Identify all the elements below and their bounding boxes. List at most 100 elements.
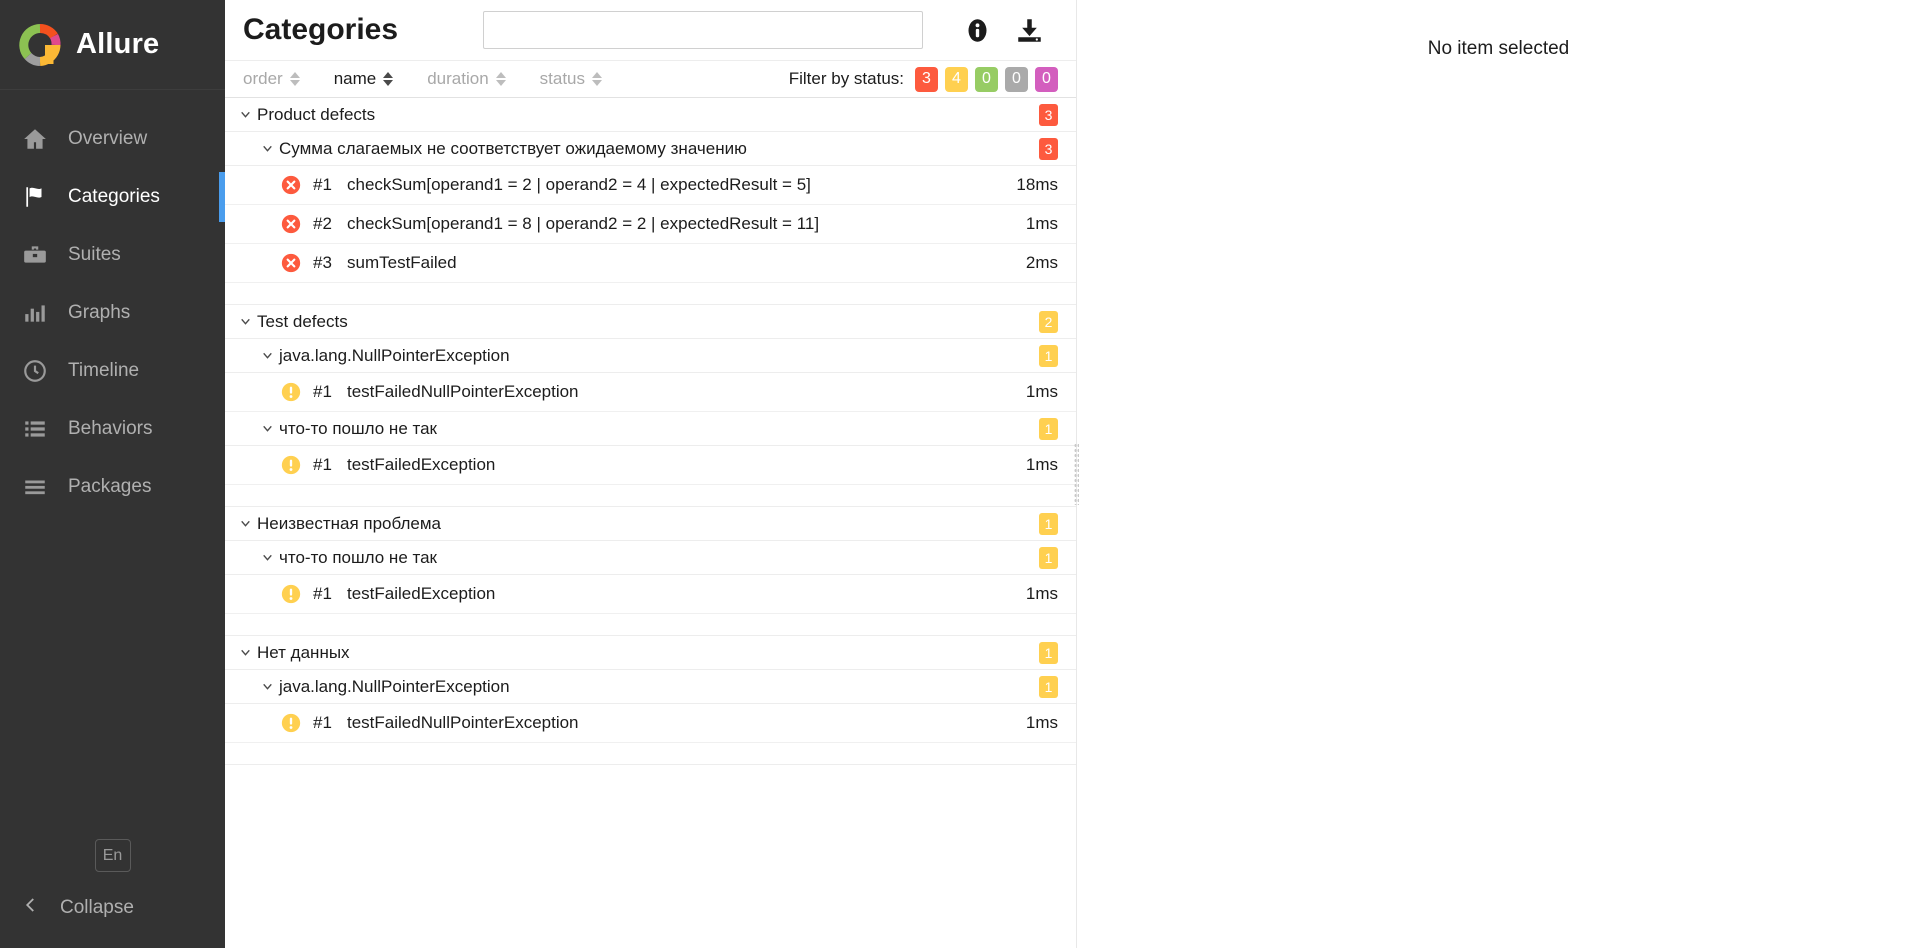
category-group-badge: 1: [1039, 512, 1058, 535]
failed-icon: [281, 214, 301, 234]
page-title: Categories: [243, 13, 399, 46]
test-order: #2: [313, 214, 332, 233]
test-name: sumTestFailed: [347, 253, 457, 272]
language-button[interactable]: En: [94, 839, 131, 872]
test-order: #1: [313, 584, 332, 603]
no-item-selected-message: No item selected: [1427, 38, 1570, 59]
chevron-down-icon[interactable]: [261, 551, 279, 564]
status-chip-failed[interactable]: 3: [915, 66, 938, 92]
chevron-down-icon[interactable]: [261, 349, 279, 362]
sidebar-item-categories[interactable]: Categories: [0, 168, 225, 226]
sidebar-item-behaviors[interactable]: Behaviors: [0, 400, 225, 458]
brand[interactable]: Allure: [0, 0, 225, 90]
category-subgroup-badge: 1: [1039, 417, 1058, 440]
test-duration: 18ms: [1016, 175, 1058, 194]
sidebar-footer: En Collapse: [0, 839, 225, 948]
sidebar-item-overview[interactable]: Overview: [0, 110, 225, 168]
info-icon[interactable]: [962, 15, 992, 45]
group-spacer: [225, 485, 1076, 507]
category-group-label: Test defects: [257, 311, 348, 331]
download-icon[interactable]: [1014, 15, 1044, 45]
chevron-down-icon[interactable]: [261, 680, 279, 693]
test-result-row[interactable]: #1 testFailedException 1ms: [225, 446, 1076, 485]
sort-column-order[interactable]: order: [243, 69, 300, 89]
category-subgroup-row[interactable]: Сумма слагаемых не соответствует ожидаем…: [225, 132, 1076, 166]
category-subgroup-badge: 1: [1039, 344, 1058, 367]
collapse-label: Collapse: [60, 897, 134, 918]
sort-bar: order name duration status Filter by sta…: [225, 60, 1076, 98]
sort-column-label: status: [539, 69, 586, 88]
test-order: #1: [313, 455, 332, 474]
sidebar-item-label: Overview: [68, 128, 148, 149]
splitter-grip-icon: [1073, 443, 1079, 505]
sort-column-status[interactable]: status: [539, 69, 603, 89]
test-result-row[interactable]: #2 checkSum[operand1 = 8 | operand2 = 2 |…: [225, 205, 1076, 244]
category-group-row[interactable]: Product defects 3: [225, 98, 1076, 132]
category-subgroup-row[interactable]: что-то пошло не так 1: [225, 412, 1076, 446]
test-order: #1: [313, 382, 332, 401]
chevron-down-icon[interactable]: [239, 315, 257, 328]
category-group-row[interactable]: Неизвестная проблема 1: [225, 507, 1076, 541]
chevron-down-icon[interactable]: [239, 517, 257, 530]
sidebar-item-timeline[interactable]: Timeline: [0, 342, 225, 400]
test-name: testFailedException: [347, 584, 496, 603]
sidebar-item-packages[interactable]: Packages: [0, 458, 225, 516]
category-group-row[interactable]: Нет данных 1: [225, 636, 1076, 670]
status-chip-passed[interactable]: 0: [975, 66, 998, 92]
sort-column-name[interactable]: name: [334, 69, 394, 89]
sidebar-item-label: Behaviors: [68, 418, 153, 439]
sidebar-item-suites[interactable]: Suites: [0, 226, 225, 284]
sort-column-duration[interactable]: duration: [427, 69, 506, 89]
category-subgroup-label: что-то пошло не так: [279, 418, 437, 438]
categories-tree[interactable]: Product defects 3 Сумма слагаемых не соотв…: [225, 98, 1076, 948]
chevron-down-icon[interactable]: [261, 142, 279, 155]
sort-column-label: duration: [427, 69, 489, 88]
brand-name: Allure: [76, 28, 160, 60]
sidebar: Allure Overview Categories Suites Graphs…: [0, 0, 225, 948]
categories-tree-pane: Categories order name duration status Fi…: [225, 0, 1080, 948]
chevron-down-icon[interactable]: [261, 422, 279, 435]
pane-header: Categories: [225, 0, 1076, 60]
category-group-badge: 2: [1039, 310, 1058, 333]
test-result-row[interactable]: #1 testFailedException 1ms: [225, 575, 1076, 614]
briefcase-icon: [20, 240, 50, 270]
category-subgroup-row[interactable]: java.lang.NullPointerException 1: [225, 670, 1076, 704]
collapse-button[interactable]: Collapse: [0, 888, 225, 928]
chevron-left-icon: [22, 896, 40, 920]
sidebar-item-label: Categories: [68, 186, 160, 207]
category-subgroup-badge: 1: [1039, 546, 1058, 569]
test-result-row[interactable]: #1 testFailedNullPointerException 1ms: [225, 704, 1076, 743]
pane-splitter[interactable]: [1072, 0, 1080, 948]
test-order: #1: [313, 175, 332, 194]
failed-icon: [281, 253, 301, 273]
broken-icon: [281, 455, 301, 475]
broken-icon: [281, 713, 301, 733]
test-result-row[interactable]: #3 sumTestFailed 2ms: [225, 244, 1076, 283]
broken-icon: [281, 584, 301, 604]
test-order: #3: [313, 253, 332, 272]
category-group-label: Нет данных: [257, 642, 350, 662]
category-subgroup-row[interactable]: что-то пошло не так 1: [225, 541, 1076, 575]
status-chip-broken[interactable]: 4: [945, 66, 968, 92]
status-chip-unknown[interactable]: 0: [1035, 66, 1058, 92]
test-result-row[interactable]: #1 checkSum[operand1 = 2 | operand2 = 4 |…: [225, 166, 1076, 205]
search-input[interactable]: [483, 11, 923, 49]
allure-logo-icon: [18, 23, 62, 67]
status-filter: Filter by status: 3 4 0 0 0: [788, 66, 1058, 92]
filter-by-status-label: Filter by status:: [788, 69, 904, 88]
status-chip-skipped[interactable]: 0: [1005, 66, 1028, 92]
category-group-row[interactable]: Test defects 2: [225, 305, 1076, 339]
sort-arrows-icon: [495, 72, 506, 86]
test-duration: 1ms: [1025, 382, 1058, 401]
clock-icon: [20, 356, 50, 386]
category-subgroup-row[interactable]: java.lang.NullPointerException 1: [225, 339, 1076, 373]
test-result-row[interactable]: #1 testFailedNullPointerException 1ms: [225, 373, 1076, 412]
test-name: testFailedNullPointerException: [347, 713, 579, 732]
chevron-down-icon[interactable]: [239, 646, 257, 659]
sidebar-item-graphs[interactable]: Graphs: [0, 284, 225, 342]
test-order: #1: [313, 713, 332, 732]
flag-icon: [20, 182, 50, 212]
chevron-down-icon[interactable]: [239, 108, 257, 121]
sidebar-nav: Overview Categories Suites Graphs Timeli…: [0, 90, 225, 516]
test-duration: 1ms: [1025, 713, 1058, 732]
